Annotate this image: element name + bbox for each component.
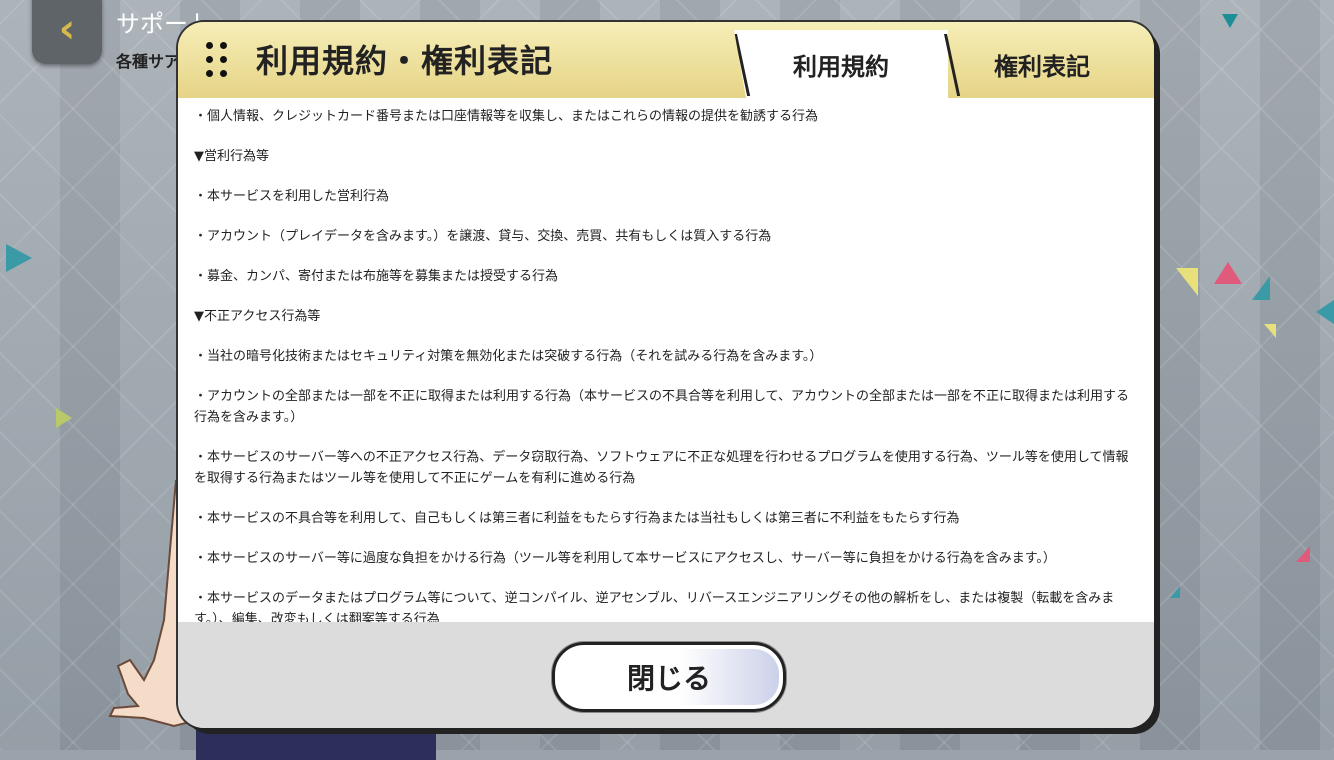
tab-label: 権利表記 [994, 52, 1090, 81]
terms-section-heading: ▼不正アクセス行為等 [194, 309, 321, 324]
tab-terms[interactable]: 利用規約 [734, 30, 948, 98]
tab-rights[interactable]: 権利表記 [944, 30, 1140, 98]
terms-paragraph: ・個人情報、クレジットカード番号または口座情報等を収集し、またはこれらの情報の提… [194, 109, 819, 124]
page-subtitle: 各種サア [116, 52, 181, 71]
close-button[interactable]: 閉じる [552, 642, 786, 712]
confetti-triangle [1222, 14, 1238, 28]
terms-paragraph: ・当社の暗号化技術またはセキュリティ対策を無効化または突破する行為（それを試みる… [194, 349, 823, 364]
terms-paragraph: ・アカウント（プレイデータを含みます。）を譲渡、貸与、交換、売買、共有もしくは質… [194, 229, 772, 244]
terms-paragraph: ・アカウントの全部または一部を不正に取得または利用する行為（本サービスの不具合等… [194, 389, 1129, 425]
terms-paragraph: ・本サービスを利用した営利行為 [194, 189, 390, 204]
terms-paragraph: ・本サービスのデータまたはプログラム等について、逆コンパイル、逆アセンブル、リバ… [194, 591, 1115, 622]
terms-section-heading: ▼営利行為等 [194, 149, 269, 164]
back-button[interactable]: ‹ [32, 0, 102, 64]
terms-text: ・個人情報、クレジットカード番号または口座情報等を収集し、またはこれらの情報の提… [178, 98, 1154, 622]
confetti-triangle [1176, 268, 1198, 296]
terms-paragraph: ・本サービスのサーバー等に過度な負担をかける行為（ツール等を利用して本サービスに… [194, 551, 1056, 566]
confetti-triangle [6, 244, 32, 272]
drag-handle-icon [206, 42, 227, 80]
terms-paragraph: ・本サービスのサーバー等への不正アクセス行為、データ窃取行為、ソフトウェアに不正… [194, 450, 1129, 486]
confetti-triangle [1214, 262, 1242, 284]
confetti-triangle [1264, 324, 1276, 338]
confetti-triangle [1316, 300, 1334, 324]
terms-scroll-area[interactable]: ・個人情報、クレジットカード番号または口座情報等を収集し、またはこれらの情報の提… [178, 98, 1154, 622]
dialog-footer: 閉じる [178, 622, 1154, 728]
terms-paragraph: ・本サービスの不具合等を利用して、自己もしくは第三者に利益をもたらす行為または当… [194, 511, 960, 526]
tab-label: 利用規約 [793, 52, 889, 81]
terms-paragraph: ・募金、カンパ、寄付または布施等を募集または授受する行為 [194, 269, 559, 284]
chevron-left-icon: ‹ [58, 6, 76, 52]
dialog-title: 利用規約・権利表記 [256, 42, 554, 80]
confetti-triangle [1252, 276, 1270, 300]
confetti-triangle [1296, 546, 1310, 562]
confetti-triangle [56, 408, 72, 428]
dialog-header: 利用規約・権利表記 利用規約 権利表記 [178, 22, 1154, 98]
confetti-triangle [1170, 586, 1180, 598]
terms-dialog: 利用規約・権利表記 利用規約 権利表記 ・個人情報、クレジットカード番号または口… [178, 22, 1154, 728]
